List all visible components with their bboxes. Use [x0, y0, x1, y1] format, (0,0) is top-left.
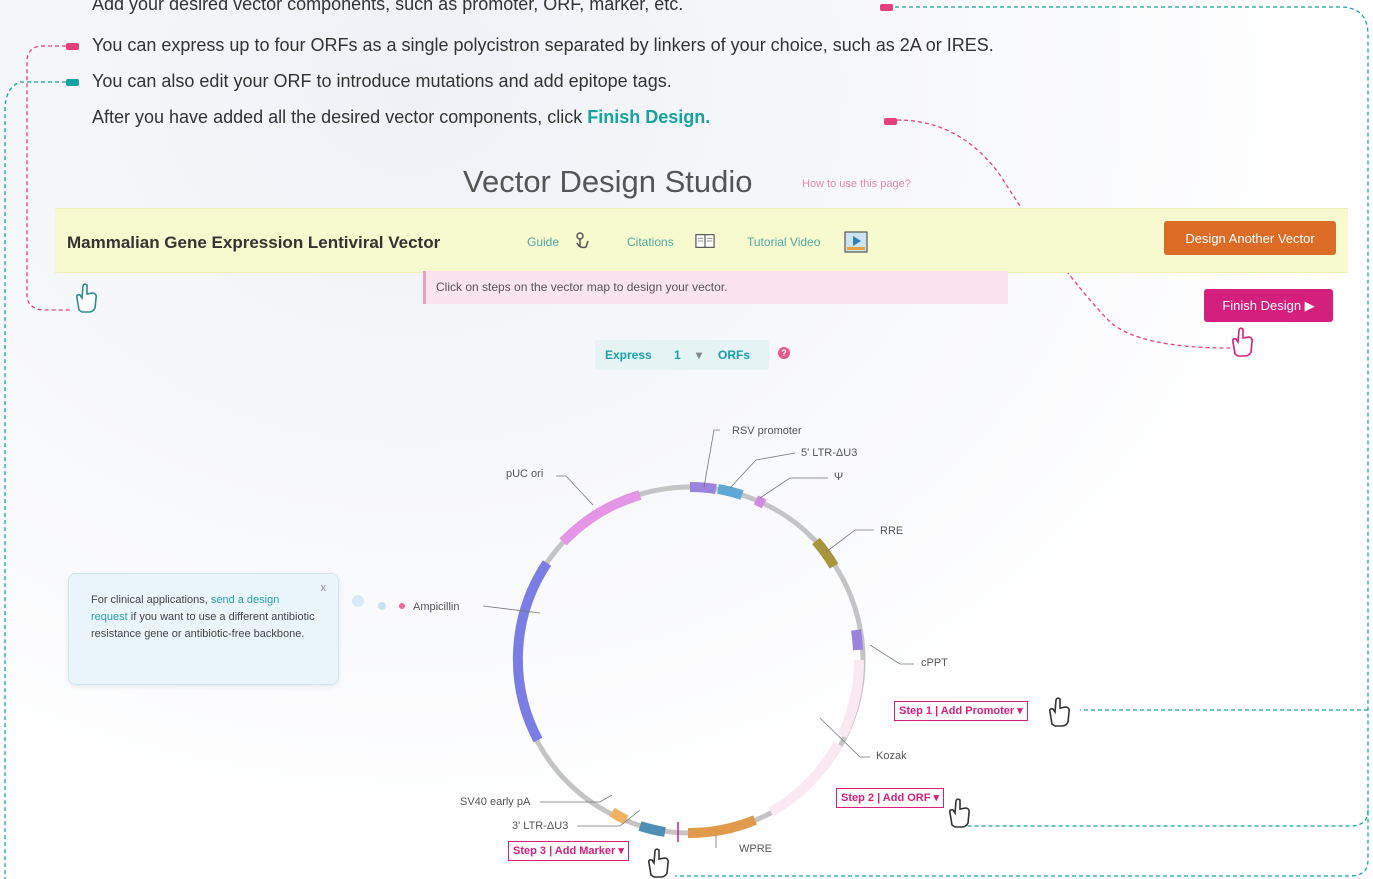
- wpre-label: WPRE: [739, 843, 772, 855]
- ltr3-label: 3' LTR-ΔU3: [512, 820, 569, 832]
- psi-label: Ψ: [834, 471, 844, 483]
- sv40-feature: [609, 807, 629, 825]
- ampicillin-label: Ampicillin: [413, 601, 460, 613]
- pointing-hand-icon-finish: [1232, 327, 1253, 357]
- plasmid-map: [352, 429, 914, 848]
- sv40-label: SV40 early pA: [460, 796, 531, 808]
- pointing-hand-icon-step2: [949, 798, 970, 828]
- ltr3-feature: [638, 821, 666, 837]
- rsv-promoter-label: RSV promoter: [732, 425, 802, 437]
- pointing-hand-icon-step1: [1049, 697, 1070, 727]
- pointing-hand-icon-step3: [648, 848, 669, 878]
- ltr5-feature: [717, 484, 744, 500]
- wpre-feature: [687, 815, 757, 839]
- cppt-feature: [851, 629, 863, 651]
- ampicillin-feature: [512, 560, 552, 743]
- puc-ori-feature: [559, 490, 642, 546]
- step3-add-marker-button[interactable]: Step 3 | Add Marker ▾: [508, 841, 629, 861]
- psi-feature: [753, 495, 767, 509]
- promoter-slot: [837, 659, 865, 739]
- kozak-label: Kozak: [876, 750, 907, 762]
- rsv-promoter-feature: [689, 482, 717, 494]
- step2-add-orf-button[interactable]: Step 2 | Add ORF ▾: [836, 788, 945, 808]
- puc-ori-label: pUC ori: [506, 468, 544, 480]
- step1-add-promoter-button[interactable]: Step 1 | Add Promoter ▾: [894, 701, 1028, 721]
- cppt-label: cPPT: [921, 657, 948, 669]
- pointing-hand-icon: [76, 283, 97, 313]
- rre-label: RRE: [880, 525, 904, 537]
- orf-slot: [768, 741, 843, 817]
- rre-feature: [812, 537, 839, 569]
- ltr5-label: 5' LTR-ΔU3: [801, 447, 858, 459]
